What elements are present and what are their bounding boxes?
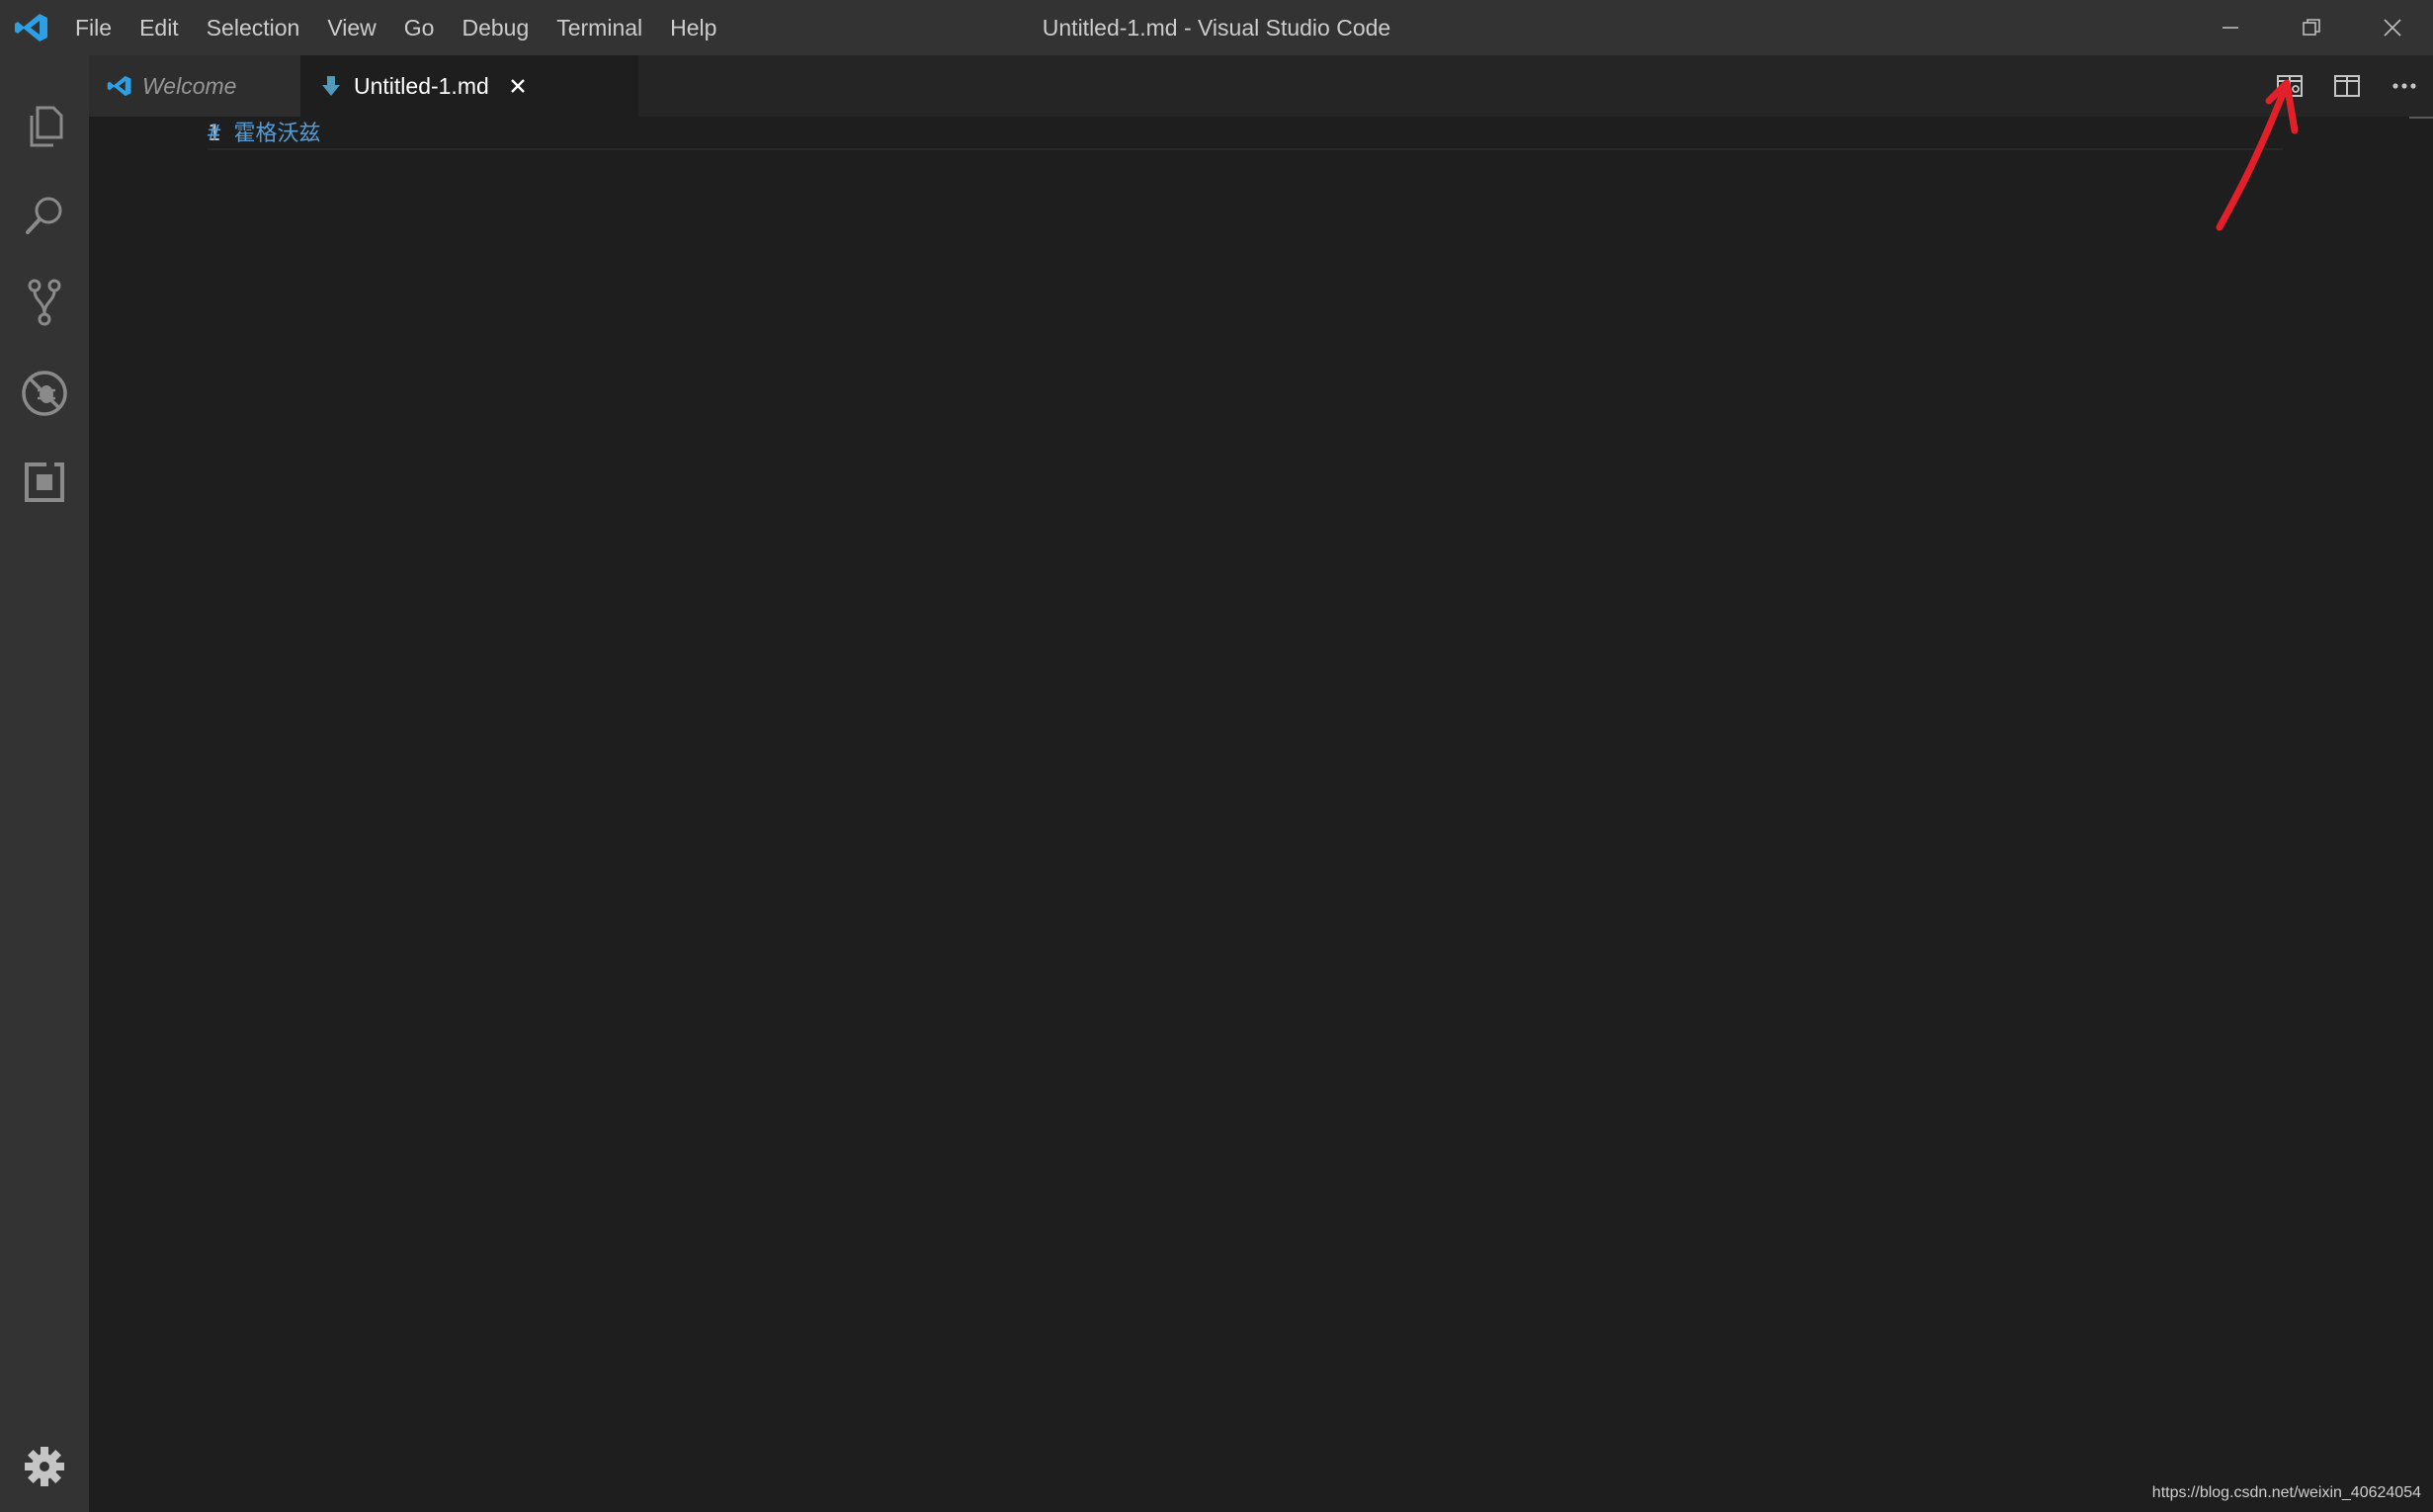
split-editor-button[interactable] [2318, 55, 2376, 117]
split-editor-icon [2334, 75, 2360, 97]
current-line-highlight [208, 117, 2283, 150]
more-actions-icon [2392, 83, 2416, 89]
debug-icon[interactable] [17, 366, 72, 421]
menu-selection[interactable]: Selection [193, 0, 314, 55]
activity-bar [0, 55, 89, 1512]
menu-debug[interactable]: Debug [448, 0, 543, 55]
markdown-icon [318, 73, 344, 99]
menu-view[interactable]: View [313, 0, 389, 55]
window-controls [2190, 0, 2433, 55]
close-window-button[interactable] [2352, 0, 2433, 55]
restore-button[interactable] [2271, 0, 2352, 55]
code-line[interactable]: # 霍格沃兹 [208, 117, 321, 152]
search-icon[interactable] [17, 188, 72, 243]
title-bar: File Edit Selection View Go Debug Termin… [0, 0, 2433, 55]
tab-welcome[interactable]: Welcome [89, 55, 300, 117]
tab-untitled-md[interactable]: Untitled-1.md [300, 55, 638, 117]
settings-gear-icon[interactable] [17, 1439, 72, 1494]
menu-bar: File Edit Selection View Go Debug Termin… [61, 0, 730, 55]
vscode-window: File Edit Selection View Go Debug Termin… [0, 0, 2433, 1512]
restore-icon [2303, 19, 2320, 36]
minimize-icon [2223, 27, 2238, 29]
tab-label: Untitled-1.md [354, 72, 489, 99]
extensions-icon[interactable] [17, 455, 72, 510]
close-tab-icon[interactable] [507, 75, 529, 97]
menu-edit[interactable]: Edit [126, 0, 193, 55]
close-icon [2384, 19, 2401, 37]
open-preview-to-side-button[interactable] [2261, 55, 2318, 117]
editor[interactable]: 1 # 霍格沃兹 [89, 117, 2433, 1512]
menu-terminal[interactable]: Terminal [543, 0, 656, 55]
editor-actions [2261, 55, 2433, 117]
tab-bar: Welcome Untitled-1.md [89, 55, 2433, 117]
open-preview-to-side-icon [2277, 75, 2303, 97]
vscode-logo-icon [14, 12, 49, 43]
tab-label: Welcome [142, 72, 237, 99]
minimap-scroll-marker [2409, 117, 2433, 119]
vscode-logo-icon [107, 73, 132, 99]
explorer-icon[interactable] [17, 99, 72, 154]
minimize-button[interactable] [2190, 0, 2271, 55]
menu-go[interactable]: Go [390, 0, 449, 55]
menu-help[interactable]: Help [656, 0, 730, 55]
watermark: https://blog.csdn.net/weixin_40624054 [2151, 1484, 2421, 1501]
menu-file[interactable]: File [61, 0, 126, 55]
more-actions-button[interactable] [2376, 55, 2433, 117]
source-control-icon[interactable] [17, 275, 72, 330]
